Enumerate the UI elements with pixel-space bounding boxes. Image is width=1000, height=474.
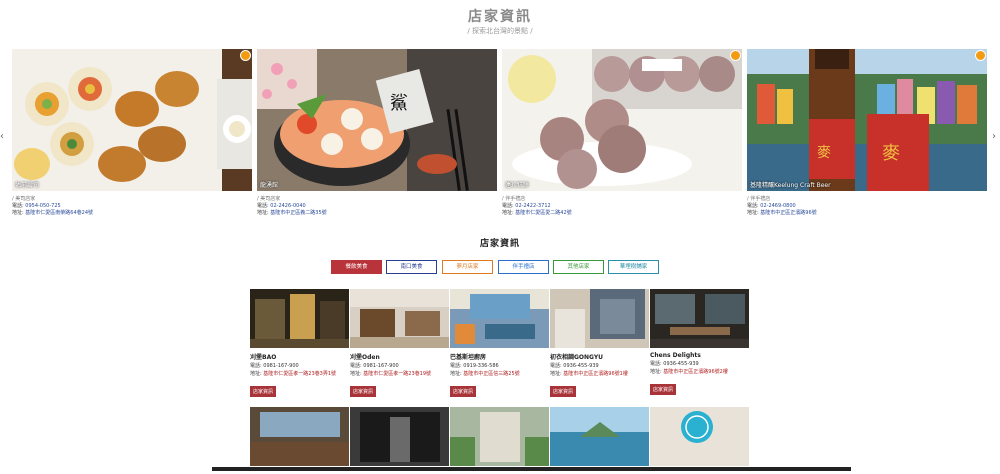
store-card[interactable]: 刈堡BAO 電話: 0981-167-900 地址: 基隆市仁愛區孝一路23巷3… <box>250 289 349 397</box>
store-address: 地址: 基隆市中正區正濱路96號2樓 <box>650 369 728 375</box>
card-caption: 佑前壽司 <box>15 182 40 189</box>
card-image-beer[interactable]: 麥 麥 <box>747 49 987 191</box>
carousel-prev-icon[interactable]: ‹ <box>0 131 4 142</box>
svg-text:鯊: 鯊 <box>390 93 408 114</box>
store-address: 地址: 基隆市仁愛區孝一路23巷19號 <box>350 371 432 377</box>
card-address: 地址: 基隆市中正區正濱路96號 <box>747 210 817 216</box>
filter-tab-stores[interactable]: 夢月店家 <box>442 260 493 274</box>
store-image[interactable] <box>650 289 749 348</box>
page-title: 店家資訊 <box>468 9 532 25</box>
store-name: 刈堡BAO <box>250 354 277 361</box>
section-title: 店家資訊 <box>479 239 520 249</box>
card-category: / 美司店家 <box>12 196 36 202</box>
card-image-sashimi-bowl[interactable]: 鯊 <box>257 49 497 191</box>
store-phone: 電話: 0981-167-900 <box>350 363 399 369</box>
card-caption: 基隆精釀Keelung Craft Beer <box>750 182 831 189</box>
card-category: / 美司店家 <box>257 196 281 202</box>
card-category: / 伴手禮店 <box>747 196 771 202</box>
store-card[interactable]: 巴基斯坦廚房 電話: 0919-336-586 地址: 基隆市中正區信三路25號… <box>450 289 549 397</box>
filter-tab-south-food[interactable]: 南口美食 <box>386 260 437 274</box>
card-phone: 電話: 02-2422-3712 <box>502 203 551 209</box>
filter-tab-souvenir[interactable]: 伴手禮店 <box>498 260 549 274</box>
card-phone: 電話: 0954-050-725 <box>12 203 61 209</box>
store-name: 初衣相調GONGYU <box>550 354 604 361</box>
store-name: Chens Delights <box>650 352 701 359</box>
store-address: 地址: 基隆市仁愛區孝一路23巷3弄1號 <box>250 371 337 377</box>
store-name: 刈堡Oden <box>350 354 380 361</box>
store-card[interactable] <box>350 407 449 466</box>
store-image[interactable] <box>550 407 649 466</box>
card-caption: 龍湧館 <box>260 182 279 189</box>
store-phone: 電話: 0936-455-939 <box>650 361 699 367</box>
store-name: 巴基斯坦廚房 <box>450 354 487 361</box>
svg-text:麥: 麥 <box>882 143 900 164</box>
store-image[interactable] <box>650 407 749 466</box>
page-subtitle: / 探索北台灣的景點 / <box>467 27 533 35</box>
card-phone: 電話: 02-2426-0040 <box>257 203 306 209</box>
store-image[interactable] <box>550 289 649 348</box>
bottom-scrollbar[interactable] <box>212 467 851 471</box>
store-card[interactable] <box>550 407 649 466</box>
card-address: 地址: 基隆市仁愛區南榮路64巷24號 <box>12 210 94 216</box>
filter-tab-other[interactable]: 其他店家 <box>553 260 604 274</box>
store-address: 地址: 基隆市中正區信三路25號 <box>450 371 520 377</box>
store-phone: 電話: 0919-336-586 <box>450 363 499 369</box>
card-address: 地址: 基隆市中正區義二路35號 <box>257 210 327 216</box>
carousel-card[interactable]: 佑前壽司 / 美司店家 電話: 0954-050-725 地址: 基隆市仁愛區南… <box>12 49 252 221</box>
store-image[interactable] <box>250 289 349 348</box>
featured-badge-icon <box>730 50 741 61</box>
card-caption: 連珍糕餅 <box>505 182 530 189</box>
carousel-card[interactable]: 鯊 龍湧館 / 美司店家 電話: 02-2426-0040 地址: 基隆市中正區… <box>257 49 497 221</box>
store-info-button[interactable]: 店家資訊 <box>650 384 677 395</box>
store-info-button[interactable]: 店家資訊 <box>350 386 377 397</box>
carousel-card[interactable]: 麥 麥 基隆精釀Keelung Craft Beer / 伴手禮店 電話: 02… <box>747 49 987 221</box>
featured-badge-icon <box>240 50 251 61</box>
filter-tab-shops[interactable]: 華埋樹鋪家 <box>608 260 659 274</box>
store-image[interactable] <box>450 407 549 466</box>
store-card[interactable]: Chens Delights 電話: 0936-455-939 地址: 基隆市中… <box>650 289 749 395</box>
store-card[interactable] <box>650 407 749 466</box>
card-phone: 電話: 02-2469-0800 <box>747 203 796 209</box>
store-image[interactable] <box>350 289 449 348</box>
svg-text:麥: 麥 <box>817 145 831 161</box>
store-info-button[interactable]: 店家資訊 <box>250 386 277 397</box>
carousel-next-icon[interactable]: › <box>992 131 996 142</box>
store-image[interactable] <box>350 407 449 466</box>
store-image[interactable] <box>450 289 549 348</box>
featured-badge-icon <box>975 50 986 61</box>
store-card[interactable]: 初衣相調GONGYU 電話: 0936-455-939 地址: 基隆市中正區正濱… <box>550 289 649 397</box>
store-card[interactable] <box>250 407 349 466</box>
store-image[interactable] <box>250 407 349 466</box>
store-phone: 電話: 0981-167-900 <box>250 363 299 369</box>
card-image-sushi[interactable] <box>12 49 252 191</box>
filter-tab-dining[interactable]: 餐飲美食 <box>331 260 382 274</box>
store-info-button[interactable]: 店家資訊 <box>450 386 477 397</box>
store-phone: 電話: 0936-455-939 <box>550 363 599 369</box>
card-address: 地址: 基隆市仁愛區愛二路42號 <box>502 210 572 216</box>
carousel-card[interactable]: 連珍糕餅 / 伴手禮店 電話: 02-2422-3712 地址: 基隆市仁愛區愛… <box>502 49 742 221</box>
store-info-button[interactable]: 店家資訊 <box>550 386 577 397</box>
store-card[interactable]: 刈堡Oden 電話: 0981-167-900 地址: 基隆市仁愛區孝一路23巷… <box>350 289 449 397</box>
card-category: / 伴手禮店 <box>502 196 526 202</box>
card-image-mochi[interactable] <box>502 49 742 191</box>
store-card[interactable] <box>450 407 549 466</box>
store-address: 地址: 基隆市中正區正濱路96號1樓 <box>550 371 628 377</box>
